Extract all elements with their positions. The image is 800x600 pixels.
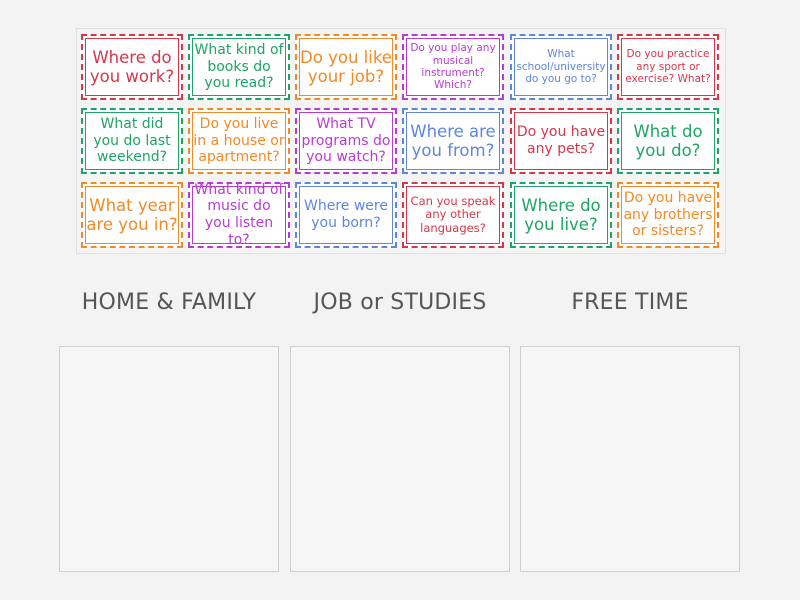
question-card[interactable]: Can you speak any other languages? [402,182,504,248]
card-text: Do you have any brothers or sisters? [623,190,713,240]
drop-zone-job-studies[interactable] [290,346,510,572]
question-card[interactable]: Where are you from? [402,108,504,174]
card-text: What did you do last weekend? [93,116,171,166]
card-text: What do you do? [633,121,703,160]
question-card[interactable]: What kind of books do you read? [188,34,290,100]
question-card[interactable]: Do you practice any sport or exercise? W… [617,34,719,100]
card-text: What year are you in? [86,195,178,234]
question-card[interactable]: Do you live in a house or apartment? [188,108,290,174]
card-text: Where do you live? [521,195,601,234]
drop-zone-home-family[interactable] [59,346,279,572]
card-board: Where do you work? What kind of books do… [76,28,726,254]
question-card[interactable]: Do you play any musical instrument? Whic… [402,34,504,100]
card-text: Where do you work? [89,47,175,86]
question-card[interactable]: Do you have any pets? [510,108,612,174]
drop-zone-free-time[interactable] [520,346,740,572]
question-card[interactable]: What year are you in? [81,182,183,248]
card-text: Do you live in a house or apartment? [193,116,285,166]
card-text: Where were you born? [304,198,388,231]
card-text: Do you play any musical instrument? Whic… [410,42,496,92]
card-text: Where are you from? [410,121,496,160]
card-text: What TV programs do you watch? [301,116,391,166]
question-card[interactable]: Where do you work? [81,34,183,100]
category-title-free-time: FREE TIME [571,290,689,315]
card-text: Can you speak any other languages? [410,193,496,235]
question-card[interactable]: What TV programs do you watch? [295,108,397,174]
question-card[interactable]: Where were you born? [295,182,397,248]
category-title-job-studies: JOB or STUDIES [313,290,487,315]
question-card[interactable]: What do you do? [617,108,719,174]
card-text: Do you like your job? [300,47,392,86]
question-card[interactable]: What did you do last weekend? [81,108,183,174]
question-card[interactable]: Do you have any brothers or sisters? [617,182,719,248]
card-text: What school/university do you go to? [516,48,606,86]
card-text: Do you have any pets? [516,124,606,157]
card-text: What kind of music do you listen to? [194,181,284,248]
card-text: Do you practice any sport or exercise? W… [625,48,711,86]
question-card[interactable]: Where do you live? [510,182,612,248]
card-text: What kind of books do you read? [194,42,284,92]
question-card[interactable]: What kind of music do you listen to? [188,182,290,248]
question-card[interactable]: Do you like your job? [295,34,397,100]
category-title-home-family: HOME & FAMILY [81,290,257,315]
question-card[interactable]: What school/university do you go to? [510,34,612,100]
